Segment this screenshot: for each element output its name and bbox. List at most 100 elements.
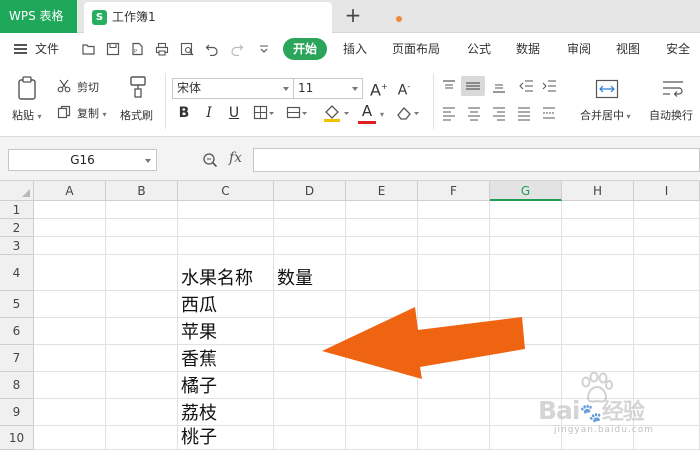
align-bottom-icon[interactable] [491,78,507,94]
name-box[interactable]: G16 [8,149,157,171]
column-header-f[interactable]: F [418,181,490,201]
redo-icon[interactable] [230,42,244,57]
tab-home[interactable]: 开始 [283,38,327,60]
row-header-10[interactable]: 10 [0,426,34,450]
merge-center-icon[interactable] [595,78,619,100]
column-header-d[interactable]: D [274,181,346,201]
cell-c8[interactable]: 橘子 [181,375,217,399]
formula-input[interactable] [253,148,700,172]
unsaved-dot-icon [396,16,402,22]
insert-function-button[interactable]: fx [229,150,242,166]
italic-button[interactable]: I [201,105,217,121]
align-top-icon[interactable] [441,78,457,94]
increase-font-button[interactable]: A+ [370,79,388,98]
row-header-7[interactable]: 7 [0,345,34,372]
cell-c9[interactable]: 荔枝 [181,402,217,426]
wrap-text-icon[interactable] [661,78,685,100]
borders-icon[interactable] [253,105,275,121]
format-painter-icon[interactable] [128,75,150,99]
fill-pattern-icon[interactable] [286,105,308,121]
decrease-font-button[interactable]: A- [396,79,412,99]
name-box-value: G16 [70,153,95,167]
column-header-h[interactable]: H [562,181,634,201]
row-header-6[interactable]: 6 [0,318,34,345]
print-icon[interactable] [155,42,169,56]
column-header-c[interactable]: C [178,181,274,201]
file-menu[interactable]: 文件 [35,33,59,65]
merge-center-label: 合并居中 [580,109,624,122]
format-painter-button[interactable]: 格式刷 [120,107,153,123]
column-header-b[interactable]: B [106,181,178,201]
fill-color-icon[interactable] [322,103,350,123]
distributed-align-icon[interactable] [541,105,557,121]
tab-insert[interactable]: 插入 [343,33,367,65]
tab-page-layout[interactable]: 页面布局 [392,33,440,65]
row-header-4[interactable]: 4 [0,255,34,291]
scissors-icon[interactable] [57,79,71,93]
ribbon-separator [433,73,434,129]
underline-button[interactable]: U [226,105,242,121]
cell-c7[interactable]: 香蕉 [181,348,217,372]
export-pdf-icon[interactable]: P [130,42,144,56]
merge-center-button[interactable]: 合并居中 ▾ [580,107,631,123]
bold-button[interactable]: B [176,105,192,121]
tab-data[interactable]: 数据 [516,33,540,65]
row-header-2[interactable]: 2 [0,219,34,237]
svg-text:P: P [134,49,137,55]
eraser-icon[interactable] [395,105,421,121]
align-right-icon[interactable] [491,105,507,121]
grid-row-line [34,290,700,291]
customize-toolbar-chevron-icon[interactable] [257,42,271,56]
tab-security[interactable]: 安全 [666,33,690,65]
font-color-chevron-icon[interactable]: ▾ [380,110,384,119]
column-header-e[interactable]: E [346,181,418,201]
cell-c5[interactable]: 西瓜 [181,294,217,318]
row-header-9[interactable]: 9 [0,399,34,426]
print-preview-icon[interactable] [180,42,194,56]
column-header-i[interactable]: I [634,181,700,201]
document-tab[interactable]: S 工作簿1 [84,2,402,33]
align-center-icon[interactable] [466,105,482,121]
cell-d4[interactable]: 数量 [277,267,313,291]
justify-icon[interactable] [516,105,532,121]
save-icon[interactable] [106,42,120,56]
hamburger-menu-icon[interactable] [14,44,27,54]
font-size-select[interactable]: 11 [293,78,363,99]
cell-c10[interactable]: 桃子 [181,426,217,450]
cell-c6[interactable]: 苹果 [181,321,217,345]
cell-c4[interactable]: 水果名称 [181,267,253,291]
decrease-indent-icon[interactable] [518,78,534,94]
row-header-8[interactable]: 8 [0,372,34,399]
undo-icon[interactable] [205,42,219,57]
annotation-arrow-icon [322,307,525,379]
wrap-text-button[interactable]: 自动换行 [649,107,693,123]
column-header-a[interactable]: A [34,181,106,201]
new-tab-button[interactable]: + [342,5,364,27]
copy-button[interactable]: 复制 ▾ [77,105,107,121]
font-family-value: 宋体 [177,81,202,95]
column-header-g[interactable]: G [490,181,562,201]
spreadsheet-icon: S [92,10,107,25]
align-left-icon[interactable] [441,105,457,121]
font-color-button[interactable]: A [359,103,375,119]
app-name: WPS 表格 [9,9,64,23]
tab-formulas[interactable]: 公式 [467,33,491,65]
select-all-corner[interactable] [0,181,34,201]
paste-icon[interactable] [15,75,41,101]
row-header-3[interactable]: 3 [0,237,34,255]
tab-review[interactable]: 审阅 [567,33,591,65]
row-header-5[interactable]: 5 [0,291,34,318]
app-tab[interactable]: WPS 表格 [0,0,77,33]
paste-label: 粘贴 [12,109,34,122]
copy-icon[interactable] [57,105,71,119]
zoom-icon[interactable] [202,152,218,168]
increase-indent-icon[interactable] [541,78,557,94]
paste-button[interactable]: 粘贴 ▾ [12,107,42,123]
row-header-1[interactable]: 1 [0,201,34,219]
align-middle-icon[interactable] [461,76,485,96]
open-folder-icon[interactable] [82,42,96,56]
cut-button[interactable]: 剪切 [77,79,99,95]
tab-view[interactable]: 视图 [616,33,640,65]
formula-bar: G16 fx [0,137,700,181]
font-family-select[interactable]: 宋体 [172,78,294,99]
